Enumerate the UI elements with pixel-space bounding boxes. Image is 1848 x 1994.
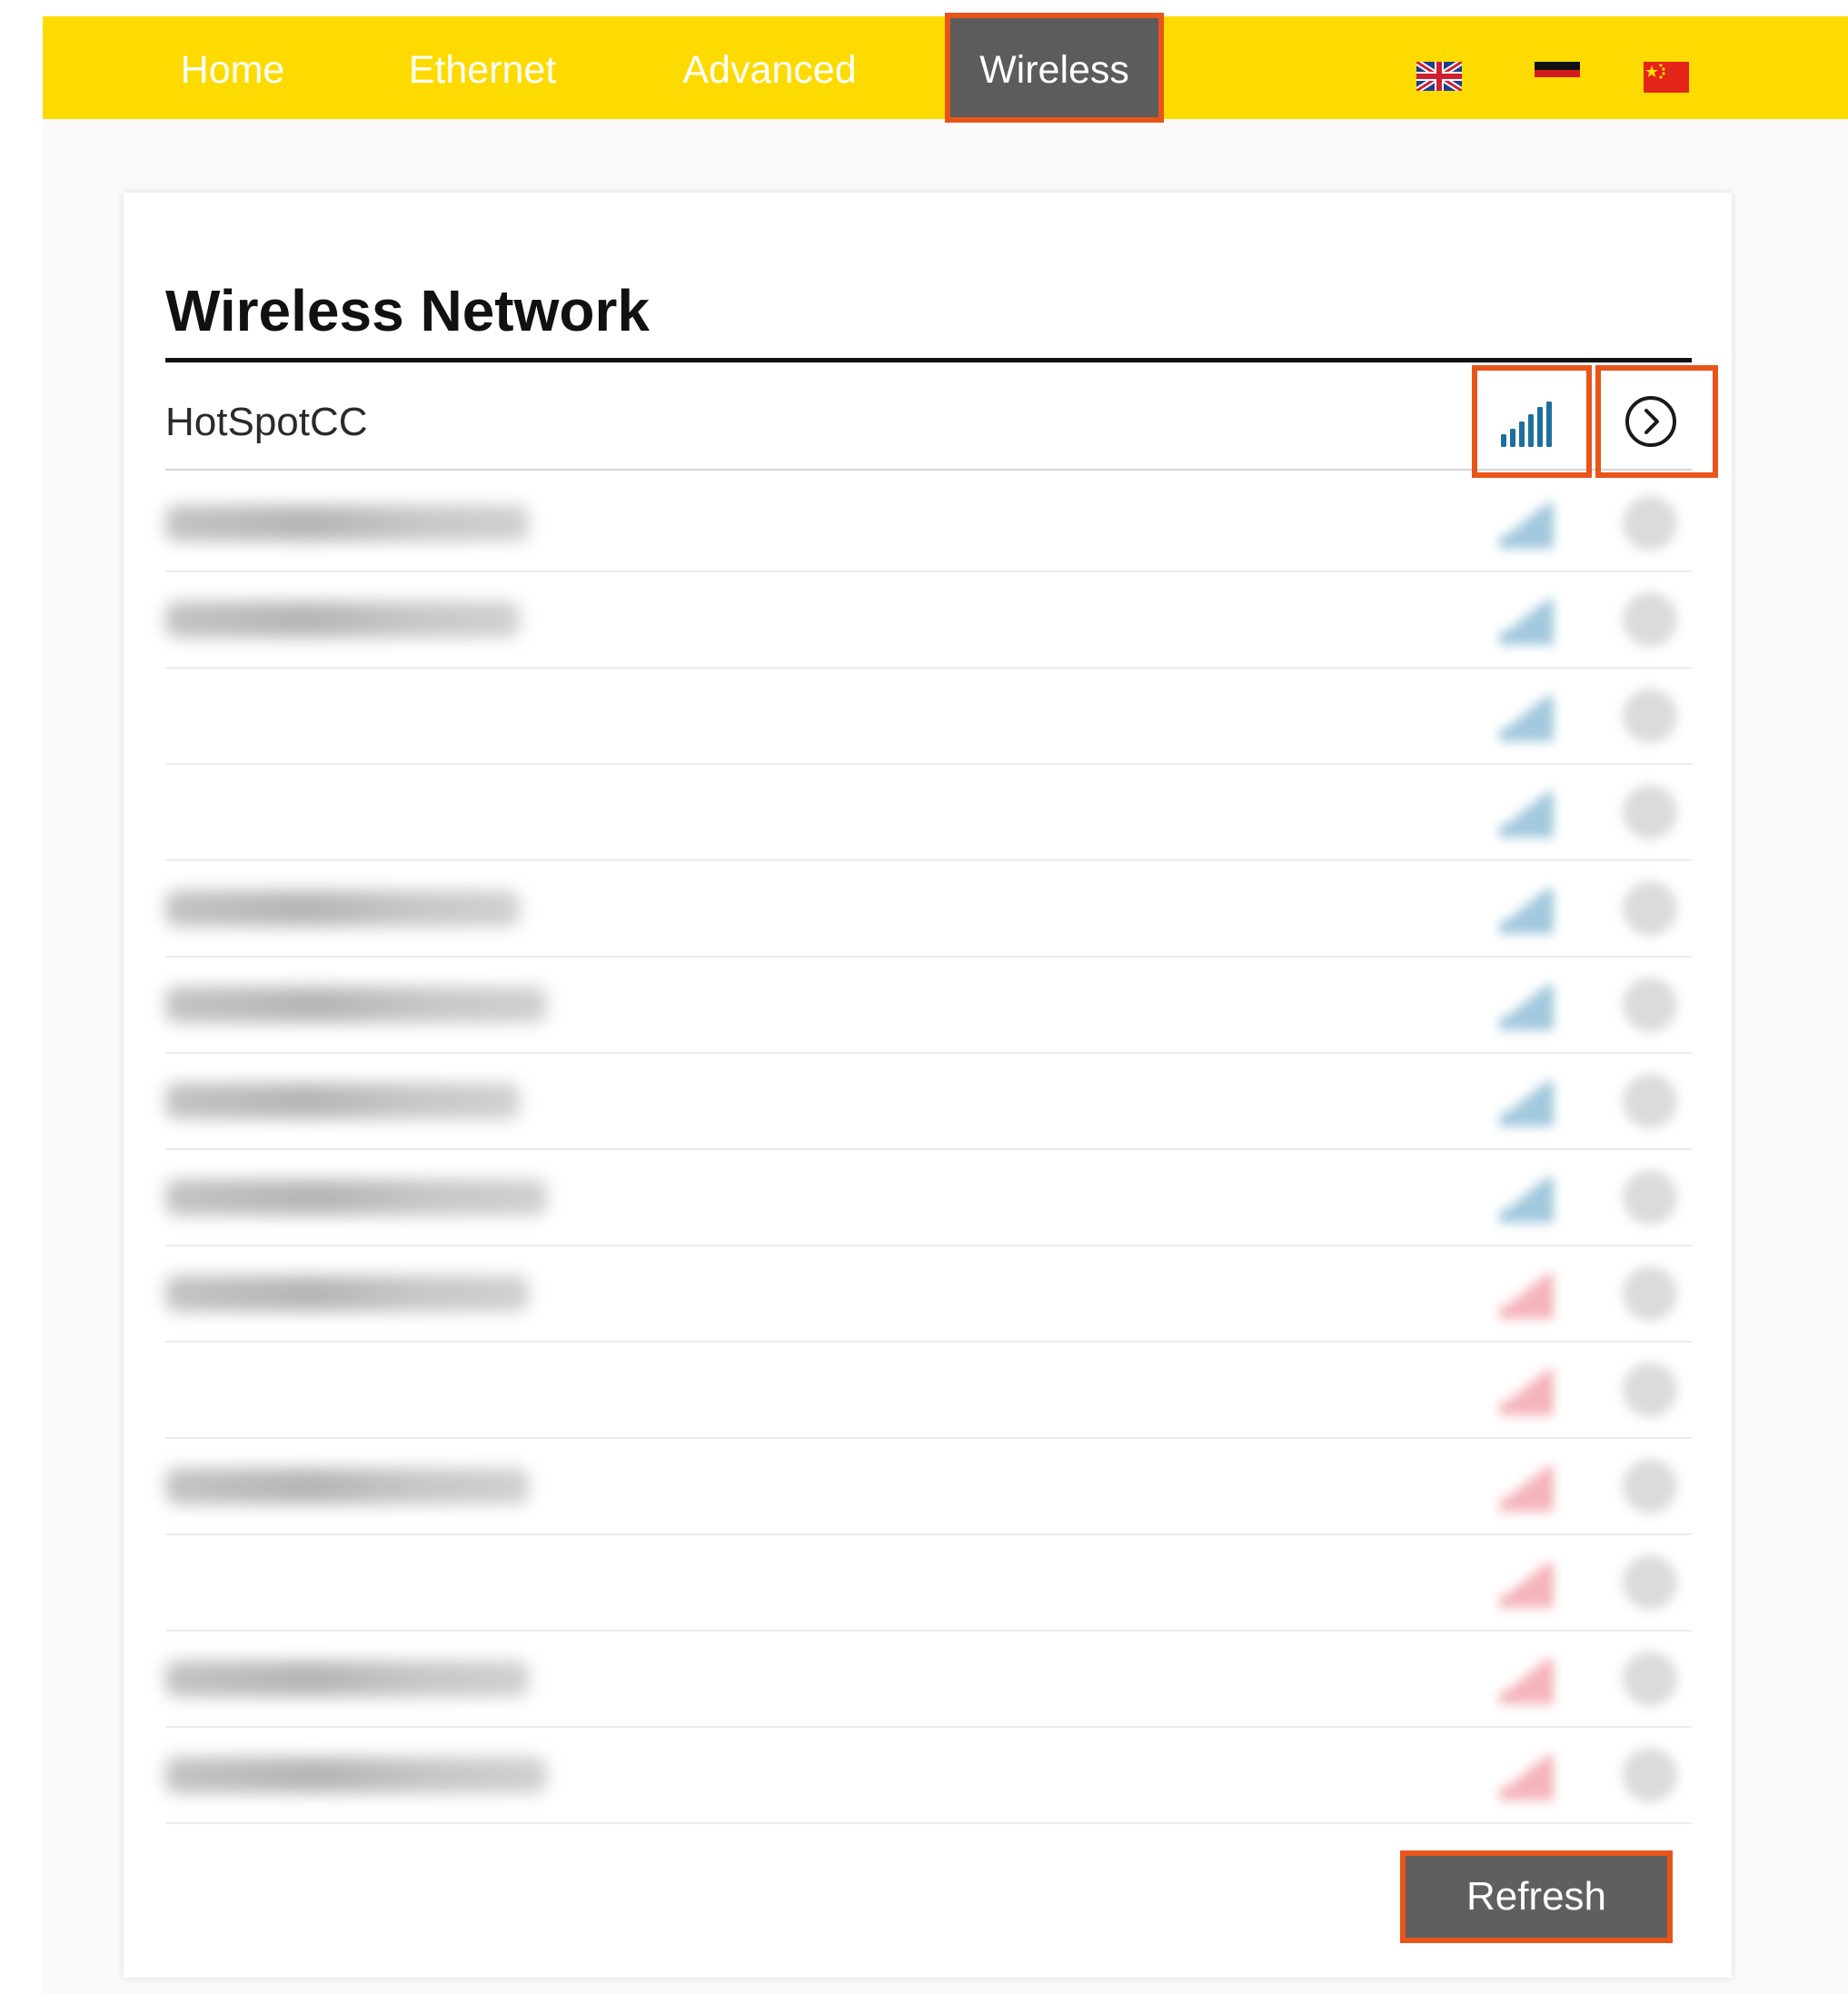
- signal-strength-icon: [1497, 1363, 1554, 1419]
- network-ssid-redacted: [165, 890, 520, 927]
- network-row[interactable]: [165, 669, 1692, 765]
- chevron-right-circle-icon[interactable]: [1623, 1652, 1677, 1706]
- wireless-network-card: Wireless Network HotSpotCC Refresh: [124, 193, 1732, 1978]
- chevron-right-circle-icon[interactable]: [1623, 496, 1677, 551]
- signal-strength-icon: [1497, 977, 1554, 1034]
- top-navigation-bar: Home Ethernet Advanced Wireless: [43, 13, 1848, 123]
- title-divider: [165, 358, 1692, 362]
- network-row[interactable]: [165, 572, 1692, 669]
- china-flag-icon[interactable]: [1644, 62, 1689, 93]
- network-ssid-redacted: [165, 1083, 520, 1119]
- network-row[interactable]: [165, 765, 1692, 861]
- chevron-right-circle-icon[interactable]: [1623, 1363, 1677, 1417]
- signal-strength-icon: [1497, 1652, 1554, 1708]
- signal-strength-icon: [1497, 1266, 1554, 1323]
- row-divider: [165, 1822, 1692, 1824]
- signal-strength-icon: [1497, 785, 1554, 841]
- signal-strength-icon: [1497, 1748, 1554, 1804]
- network-ssid-redacted: [165, 1179, 547, 1215]
- nav-ethernet[interactable]: Ethernet: [392, 16, 573, 119]
- chevron-right-circle-icon[interactable]: [1623, 592, 1677, 647]
- signal-strength-icon: [1497, 496, 1554, 552]
- signal-strength-icon: [1497, 394, 1554, 451]
- chevron-right-circle-icon[interactable]: [1623, 1074, 1677, 1128]
- nav-wireless[interactable]: Wireless: [945, 13, 1164, 123]
- chevron-right-circle-icon[interactable]: [1623, 1170, 1677, 1225]
- network-ssid-redacted: [165, 505, 529, 541]
- network-ssid-redacted: [165, 1757, 547, 1793]
- network-row[interactable]: HotSpotCC: [165, 374, 1692, 471]
- uk-flag-icon[interactable]: [1416, 62, 1462, 91]
- network-row[interactable]: [165, 1632, 1692, 1728]
- network-row[interactable]: [165, 1054, 1692, 1150]
- nav-advanced[interactable]: Advanced: [670, 16, 869, 119]
- network-row[interactable]: [165, 1343, 1692, 1439]
- chevron-right-circle-icon[interactable]: [1623, 977, 1677, 1032]
- chevron-right-circle-icon[interactable]: [1622, 392, 1680, 451]
- network-row[interactable]: [165, 1246, 1692, 1343]
- network-row[interactable]: [165, 861, 1692, 957]
- network-row[interactable]: [165, 1439, 1692, 1535]
- chevron-right-circle-icon[interactable]: [1623, 785, 1677, 839]
- network-row[interactable]: [165, 1535, 1692, 1632]
- network-row[interactable]: [165, 957, 1692, 1054]
- row-divider: [165, 469, 1692, 471]
- signal-strength-icon: [1497, 1074, 1554, 1130]
- signal-strength-icon: [1497, 1170, 1554, 1226]
- network-ssid: HotSpotCC: [165, 400, 368, 444]
- chevron-right-circle-icon[interactable]: [1623, 881, 1677, 936]
- german-flag-icon[interactable]: [1535, 62, 1580, 85]
- chevron-right-circle-icon[interactable]: [1623, 1748, 1677, 1802]
- refresh-button[interactable]: Refresh: [1400, 1850, 1673, 1943]
- nav-home[interactable]: Home: [174, 16, 292, 119]
- chevron-right-circle-icon[interactable]: [1623, 1266, 1677, 1321]
- signal-strength-icon: [1497, 1459, 1554, 1515]
- network-row[interactable]: [165, 476, 1692, 572]
- network-row[interactable]: [165, 1150, 1692, 1246]
- chevron-right-circle-icon[interactable]: [1623, 1459, 1677, 1513]
- signal-strength-icon: [1497, 592, 1554, 649]
- signal-strength-icon: [1497, 1555, 1554, 1612]
- network-ssid-redacted: [165, 601, 520, 638]
- chevron-right-circle-icon[interactable]: [1623, 689, 1677, 743]
- signal-strength-icon: [1497, 881, 1554, 937]
- network-row[interactable]: [165, 1728, 1692, 1824]
- network-ssid-redacted: [165, 1661, 529, 1697]
- page-title: Wireless Network: [165, 278, 650, 343]
- network-ssid-redacted: [165, 1468, 529, 1504]
- chevron-right-circle-icon[interactable]: [1623, 1555, 1677, 1610]
- network-ssid-redacted: [165, 987, 547, 1023]
- signal-strength-icon: [1497, 689, 1554, 745]
- network-ssid-redacted: [165, 1275, 529, 1312]
